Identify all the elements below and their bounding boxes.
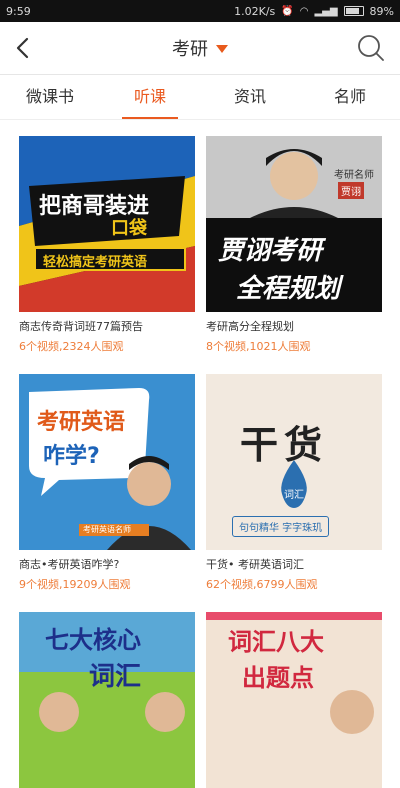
network-speed: 1.02K/s <box>234 4 276 18</box>
course-thumbnail[interactable]: 考研英语 咋学? 考研英语名师 <box>19 374 195 550</box>
course-card[interactable]: 七大核心 词汇 <box>19 612 195 788</box>
battery-level: 89% <box>369 4 394 18</box>
alarm-icon: ⏰ <box>281 5 294 17</box>
thumbnail-headline: 贾诩考研 <box>218 236 323 266</box>
course-thumbnail[interactable]: 七大核心 词汇 <box>19 612 195 788</box>
thumbnail-headline: 考研英语 <box>37 410 126 435</box>
course-card[interactable]: 考研名师 贾诩 贾诩考研 全程规划 考研高分全程规划 8个视频,1021人围观 <box>206 136 382 354</box>
course-title: 商志•考研英语咋学? <box>19 558 120 571</box>
wifi-icon: ◠ <box>299 5 309 17</box>
course-card[interactable]: 词汇八大 出题点 <box>206 612 382 788</box>
signal-icon: ▂▄▆ <box>314 5 338 17</box>
course-stats: 62个视频,6799人围观 <box>206 578 318 591</box>
course-stats: 9个视频,19209人围观 <box>19 578 131 591</box>
course-thumbnail[interactable]: 把商哥装进 口袋 轻松搞定考研英语 <box>19 136 195 312</box>
course-stats: 6个视频,2324人围观 <box>19 340 124 353</box>
tab-news[interactable]: 资讯 <box>200 75 300 119</box>
course-title: 商志传奇背词班77篇预告 <box>19 320 143 333</box>
thumbnail-name: 贾诩 <box>338 182 364 199</box>
thumbnail-headline-2: 口袋 <box>111 218 147 239</box>
tab-micro-book[interactable]: 微课书 <box>0 75 100 119</box>
category-selector[interactable]: 考研 <box>0 22 400 74</box>
thumbnail-banner: 轻松搞定考研英语 <box>43 255 148 270</box>
thumbnail-headline: 词汇八大 <box>228 628 324 656</box>
course-title: 考研高分全程规划 <box>206 320 294 333</box>
thumbnail-headline: 干货 <box>240 423 329 467</box>
status-indicators: 1.02K/s ⏰ ◠ ▂▄▆ 89% <box>234 5 394 18</box>
course-thumbnail[interactable]: 词汇八大 出题点 <box>206 612 382 788</box>
nav-bar: 考研 <box>0 22 400 75</box>
course-thumbnail[interactable]: 考研名师 贾诩 贾诩考研 全程规划 <box>206 136 382 312</box>
battery-icon <box>343 6 364 16</box>
thumbnail-caption: 考研英语名师 <box>83 525 131 534</box>
thumbnail-headline-2: 词汇 <box>89 662 142 692</box>
thumbnail-sub: 词汇 <box>284 490 304 501</box>
page-title[interactable]: 考研 <box>172 35 208 61</box>
thumbnail-headline: 七大核心 <box>45 626 141 654</box>
course-stats: 8个视频,1021人围观 <box>206 340 311 353</box>
course-card[interactable]: 考研英语 咋学? 考研英语名师 商志•考研英语咋学? 9个视频,19209人围观 <box>19 374 195 592</box>
status-time: 9:59 <box>6 4 31 18</box>
search-icon[interactable] <box>356 33 386 63</box>
thumbnail-tag: 考研名师 <box>334 170 374 181</box>
tab-teachers[interactable]: 名师 <box>300 75 400 119</box>
thumbnail-slogan: 句句精华 字字珠玑 <box>232 516 330 537</box>
course-card[interactable]: 把商哥装进 口袋 轻松搞定考研英语 商志传奇背词班77篇预告 6个视频,2324… <box>19 136 195 354</box>
caret-down-icon <box>216 45 228 53</box>
course-card[interactable]: 干货 词汇 句句精华 字字珠玑 干货• 考研英语词汇 62个视频,6799人围观 <box>206 374 382 592</box>
thumbnail-art <box>19 136 195 312</box>
thumbnail-headline-2: 出题点 <box>242 664 314 692</box>
thumbnail-headline-2: 咋学? <box>43 444 100 469</box>
thumbnail-headline-2: 全程规划 <box>236 274 341 304</box>
tab-lectures[interactable]: 听课 <box>100 75 200 119</box>
tab-bar: 微课书 听课 资讯 名师 <box>0 75 400 120</box>
course-thumbnail[interactable]: 干货 词汇 句句精华 字字珠玑 <box>206 374 382 550</box>
course-title: 干货• 考研英语词汇 <box>206 558 304 571</box>
status-bar: 9:59 1.02K/s ⏰ ◠ ▂▄▆ 89% <box>0 0 400 22</box>
